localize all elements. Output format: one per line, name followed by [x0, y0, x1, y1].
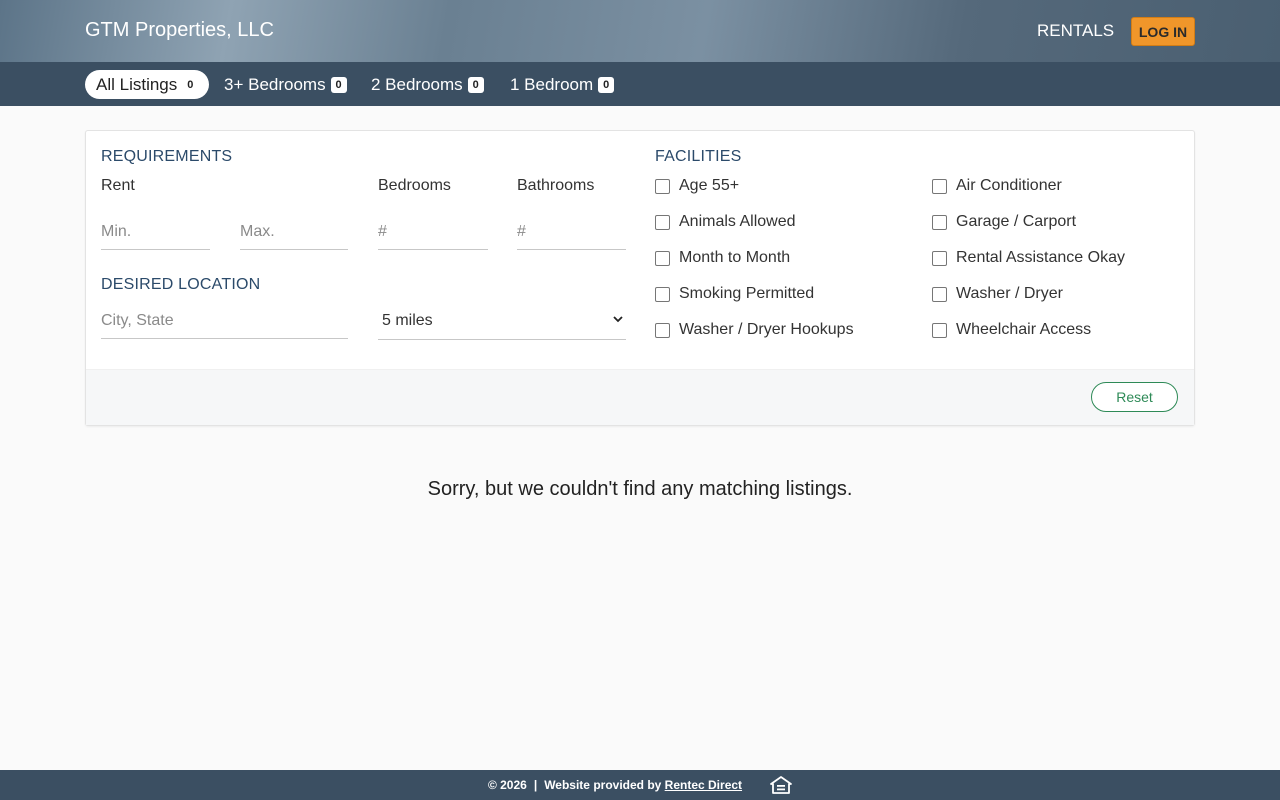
tab-all-listings[interactable]: All Listings 0	[85, 70, 210, 99]
rentals-link[interactable]: RENTALS	[1037, 21, 1114, 41]
facility-label: Washer / Dryer	[956, 285, 1063, 302]
facility-washer-dryer[interactable]: Washer / Dryer	[932, 285, 1063, 303]
checkbox[interactable]	[655, 286, 670, 302]
facility-washer-dryer-hookups[interactable]: Washer / Dryer Hookups	[655, 321, 854, 339]
rent-min-input[interactable]	[101, 214, 210, 250]
filters-footer: Reset	[86, 369, 1194, 425]
desired-location-heading: DESIRED LOCATION	[101, 276, 261, 293]
facility-smoking-permitted[interactable]: Smoking Permitted	[655, 285, 814, 303]
page-footer: © 2026 | Website provided by Rentec Dire…	[0, 770, 1280, 800]
tab-count-badge: 0	[330, 76, 347, 93]
facility-animals-allowed[interactable]: Animals Allowed	[655, 213, 796, 231]
login-button[interactable]: LOG IN	[1131, 17, 1195, 46]
tab-label: 3+ Bedrooms	[224, 74, 326, 94]
facility-garage-carport[interactable]: Garage / Carport	[932, 213, 1076, 231]
city-state-input[interactable]	[101, 303, 348, 339]
facility-label: Age 55+	[679, 177, 740, 194]
tab-2-bedrooms[interactable]: 2 Bedrooms 0	[360, 70, 495, 99]
facility-label: Animals Allowed	[679, 213, 796, 230]
tab-label: 1 Bedroom	[510, 74, 594, 94]
tab-count-badge: 0	[182, 76, 199, 93]
facility-label: Smoking Permitted	[679, 285, 815, 302]
reset-button[interactable]: Reset	[1091, 382, 1178, 412]
facility-label: Month to Month	[679, 249, 791, 266]
no-results-message: Sorry, but we couldn't find any matching…	[427, 478, 853, 500]
checkbox[interactable]	[932, 250, 947, 266]
facilities-heading: FACILITIES	[655, 148, 742, 165]
tab-label: All Listings	[96, 74, 178, 94]
facility-label: Air Conditioner	[956, 177, 1062, 194]
checkbox[interactable]	[932, 322, 947, 338]
tab-count-badge: 0	[467, 76, 484, 93]
tab-3plus-bedrooms[interactable]: 3+ Bedrooms 0	[213, 70, 358, 99]
tab-1-bedroom[interactable]: 1 Bedroom 0	[499, 70, 625, 99]
checkbox[interactable]	[655, 214, 670, 230]
rentec-direct-link[interactable]: Rentec Direct	[665, 778, 742, 792]
checkbox[interactable]	[932, 286, 947, 302]
top-header: GTM Properties, LLC RENTALS LOG IN	[0, 0, 1280, 62]
search-filters-panel: REQUIREMENTS Rent Bedrooms Bathrooms DES…	[85, 130, 1195, 426]
rent-label: Rent	[101, 177, 135, 194]
checkbox[interactable]	[655, 322, 670, 338]
equal-housing-icon	[770, 776, 792, 794]
facility-air-conditioner[interactable]: Air Conditioner	[932, 177, 1062, 195]
radius-select[interactable]: 5 miles	[378, 302, 626, 340]
tab-count-badge: 0	[598, 76, 615, 93]
facility-age-55[interactable]: Age 55+	[655, 177, 739, 195]
requirements-heading: REQUIREMENTS	[101, 148, 233, 165]
facility-label: Wheelchair Access	[956, 321, 1092, 338]
footer-separator: |	[533, 778, 538, 792]
checkbox[interactable]	[932, 214, 947, 230]
provided-by-text: Website provided by	[544, 778, 662, 792]
facility-wheelchair-access[interactable]: Wheelchair Access	[932, 321, 1091, 339]
facility-label: Rental Assistance Okay	[956, 249, 1125, 266]
facility-label: Garage / Carport	[956, 213, 1077, 230]
bathrooms-label: Bathrooms	[517, 177, 595, 194]
copyright-text: © 2026	[487, 778, 527, 792]
facility-label: Washer / Dryer Hookups	[679, 321, 854, 338]
listing-tabs: All Listings 0 3+ Bedrooms 0 2 Bedrooms …	[0, 62, 1280, 106]
facility-rental-assistance[interactable]: Rental Assistance Okay	[932, 249, 1125, 267]
chevron-down-icon	[613, 316, 623, 323]
brand-name[interactable]: GTM Properties, LLC	[85, 19, 274, 42]
bedrooms-input[interactable]	[378, 214, 488, 250]
facility-month-to-month[interactable]: Month to Month	[655, 249, 790, 267]
tab-label: 2 Bedrooms	[371, 74, 463, 94]
rent-max-input[interactable]	[240, 214, 348, 250]
checkbox[interactable]	[932, 178, 947, 194]
checkbox[interactable]	[655, 178, 670, 194]
bedrooms-label: Bedrooms	[378, 177, 451, 194]
bathrooms-input[interactable]	[517, 214, 626, 250]
checkbox[interactable]	[655, 250, 670, 266]
radius-select-value: 5 miles	[382, 311, 433, 329]
